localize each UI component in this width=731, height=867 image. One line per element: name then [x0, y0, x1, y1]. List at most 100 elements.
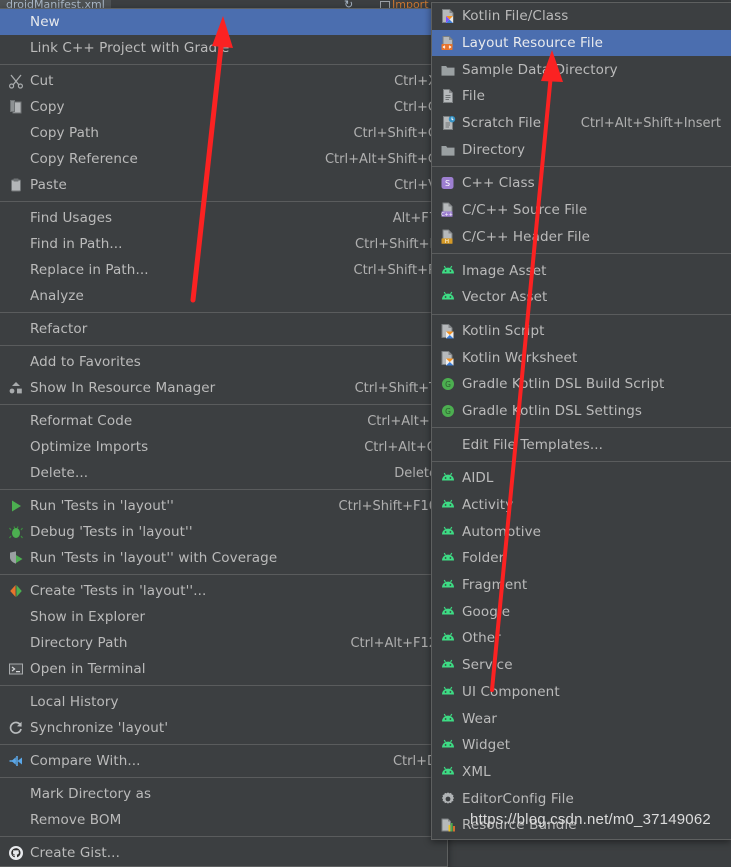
menu-item-copy[interactable]: Copy Ctrl+C	[0, 94, 447, 120]
menu-item-service[interactable]: Service	[432, 652, 731, 679]
menu-item-run-tests-in-layout[interactable]: Run 'Tests in 'layout'' Ctrl+Shift+F10	[0, 493, 447, 519]
menu-item-shortcut: Ctrl+Alt+Shift+C	[324, 151, 437, 167]
menu-item-label: Cut	[30, 73, 54, 89]
android-icon	[434, 260, 462, 282]
menu-item-c-c-header-file[interactable]: H C/C++ Header File	[432, 224, 731, 251]
android-icon	[434, 547, 462, 569]
menu-item-activity[interactable]: Activity	[432, 492, 731, 519]
menu-item-layout-resource-file[interactable]: Layout Resource File	[432, 29, 731, 57]
gradle-icon: G	[434, 373, 462, 395]
resource-manager-icon	[2, 377, 30, 399]
no-icon	[2, 351, 30, 373]
menu-item-optimize-imports[interactable]: Optimize Imports Ctrl+Alt+O	[0, 434, 447, 460]
menu-item-scratch-file[interactable]: Scratch File Ctrl+Alt+Shift+Insert	[432, 110, 731, 137]
kotlin-file-icon	[434, 5, 462, 27]
menu-item-widget[interactable]: Widget	[432, 732, 731, 759]
menu-item-label: Analyze	[30, 288, 84, 304]
menu-item-new[interactable]: New	[0, 9, 447, 35]
menu-item-automotive[interactable]: Automotive	[432, 518, 731, 545]
menu-item-refactor[interactable]: Refactor	[0, 316, 447, 342]
menu-item-open-in-terminal[interactable]: Open in Terminal	[0, 656, 447, 682]
menu-item-google[interactable]: Google	[432, 598, 731, 625]
menu-item-compare-with[interactable]: Compare With... Ctrl+D	[0, 748, 447, 774]
menu-item-directory-path[interactable]: Directory Path Ctrl+Alt+F12	[0, 630, 447, 656]
new-file-submenu[interactable]: Kotlin File/Class Layout Resource File Sam…	[431, 2, 731, 840]
menu-item-kotlin-script[interactable]: Kotlin Script	[432, 318, 731, 345]
menu-item-wear[interactable]: Wear	[432, 705, 731, 732]
menu-item-label: Find Usages	[30, 210, 113, 226]
menu-separator	[432, 253, 731, 255]
menu-item-folder[interactable]: Folder	[432, 545, 731, 572]
menu-item-paste[interactable]: Paste Ctrl+V	[0, 172, 447, 198]
menu-item-find-in-path[interactable]: Find in Path... Ctrl+Shift+F	[0, 231, 447, 257]
menu-item-shortcut: Ctrl+D	[392, 753, 437, 769]
android-icon	[434, 654, 462, 676]
menu-item-vector-asset[interactable]: Vector Asset	[432, 284, 731, 311]
menu-item-kotlin-file-class[interactable]: Kotlin File/Class	[432, 3, 731, 30]
no-icon	[2, 462, 30, 484]
menu-item-label: Link C++ Project with Gradle	[30, 40, 230, 56]
menu-item-sample-data-directory[interactable]: Sample Data Directory	[432, 56, 731, 83]
menu-item-mark-directory-as[interactable]: Mark Directory as	[0, 781, 447, 807]
menu-item-show-in-resource-manager[interactable]: Show In Resource Manager Ctrl+Shift+T	[0, 375, 447, 401]
menu-item-replace-in-path[interactable]: Replace in Path... Ctrl+Shift+R	[0, 257, 447, 283]
menu-item-debug-tests-in-layout[interactable]: Debug 'Tests in 'layout''	[0, 519, 447, 545]
no-icon	[2, 207, 30, 229]
menu-item-find-usages[interactable]: Find Usages Alt+F7	[0, 205, 447, 231]
menu-item-label: Folder	[462, 550, 505, 567]
menu-item-add-to-favorites[interactable]: Add to Favorites	[0, 349, 447, 375]
menu-item-c-class[interactable]: S C++ Class	[432, 170, 731, 197]
menu-item-file[interactable]: File	[432, 83, 731, 110]
menu-item-copy-path[interactable]: Copy Path Ctrl+Shift+C	[0, 120, 447, 146]
menu-item-label: Edit File Templates...	[462, 436, 604, 453]
menu-item-label: Directory	[462, 141, 526, 158]
menu-item-directory[interactable]: Directory	[432, 136, 731, 163]
menu-item-c-c-source-file[interactable]: C++ C/C++ Source File	[432, 197, 731, 224]
debug-icon	[2, 521, 30, 543]
menu-item-analyze[interactable]: Analyze	[0, 283, 447, 309]
menu-item-label: C/C++ Source File	[462, 202, 588, 219]
menu-item-show-in-explorer[interactable]: Show in Explorer	[0, 604, 447, 630]
menu-item-label: Automotive	[462, 523, 542, 540]
menu-item-label: Kotlin Worksheet	[462, 349, 578, 366]
menu-item-shortcut: Alt+F7	[392, 210, 437, 226]
menu-item-shortcut: Ctrl+Shift+F10	[338, 498, 437, 514]
menu-item-label: Kotlin Script	[462, 322, 545, 339]
menu-item-delete[interactable]: Delete... Delete	[0, 460, 447, 486]
no-icon	[2, 233, 30, 255]
project-view-context-menu[interactable]: New Link C++ Project with Gradle Cut Ctrl+X…	[0, 8, 448, 867]
menu-item-shortcut: Ctrl+Alt+F12	[350, 635, 437, 651]
menu-item-gradle-kotlin-dsl-settings[interactable]: G Gradle Kotlin DSL Settings	[432, 398, 731, 425]
menu-item-label: Copy Path	[30, 125, 100, 141]
menu-item-label: C/C++ Header File	[462, 228, 591, 245]
menu-item-kotlin-worksheet[interactable]: Kotlin Worksheet	[432, 344, 731, 371]
menu-item-link-c-project-with-gradle[interactable]: Link C++ Project with Gradle	[0, 35, 447, 61]
menu-item-xml[interactable]: XML	[432, 759, 731, 786]
menu-item-label: Gradle Kotlin DSL Settings	[462, 402, 643, 419]
cpp-header-icon: H	[434, 226, 462, 248]
menu-item-remove-bom[interactable]: Remove BOM	[0, 807, 447, 833]
menu-item-copy-reference[interactable]: Copy Reference Ctrl+Alt+Shift+C	[0, 146, 447, 172]
menu-item-create-tests-in-layout[interactable]: Create 'Tests in 'layout''...	[0, 578, 447, 604]
menu-item-aidl[interactable]: AIDL	[432, 465, 731, 492]
menu-item-cut[interactable]: Cut Ctrl+X	[0, 68, 447, 94]
menu-item-label: Run 'Tests in 'layout'' with Coverage	[30, 550, 278, 566]
menu-item-fragment[interactable]: Fragment	[432, 572, 731, 599]
menu-item-ui-component[interactable]: UI Component	[432, 679, 731, 706]
refresh-icon	[2, 717, 30, 739]
menu-item-synchronize-layout[interactable]: Synchronize 'layout'	[0, 715, 447, 741]
menu-item-label: Show In Resource Manager	[30, 380, 216, 396]
menu-item-shortcut: Ctrl+Alt+L	[367, 413, 437, 429]
menu-item-local-history[interactable]: Local History	[0, 689, 447, 715]
layout-resource-icon	[434, 32, 462, 54]
menu-item-editorconfig-file[interactable]: EditorConfig File	[432, 785, 731, 812]
menu-item-run-tests-in-layout-with-coverage[interactable]: Run 'Tests in 'layout'' with Coverage	[0, 545, 447, 571]
no-icon	[2, 606, 30, 628]
menu-item-label: Activity	[462, 497, 514, 514]
menu-item-other[interactable]: Other	[432, 625, 731, 652]
menu-item-edit-file-templates[interactable]: Edit File Templates...	[432, 431, 731, 458]
menu-item-image-asset[interactable]: Image Asset	[432, 257, 731, 284]
menu-item-reformat-code[interactable]: Reformat Code Ctrl+Alt+L	[0, 408, 447, 434]
menu-item-gradle-kotlin-dsl-build-script[interactable]: G Gradle Kotlin DSL Build Script	[432, 371, 731, 398]
menu-item-create-gist[interactable]: Create Gist...	[0, 840, 447, 866]
